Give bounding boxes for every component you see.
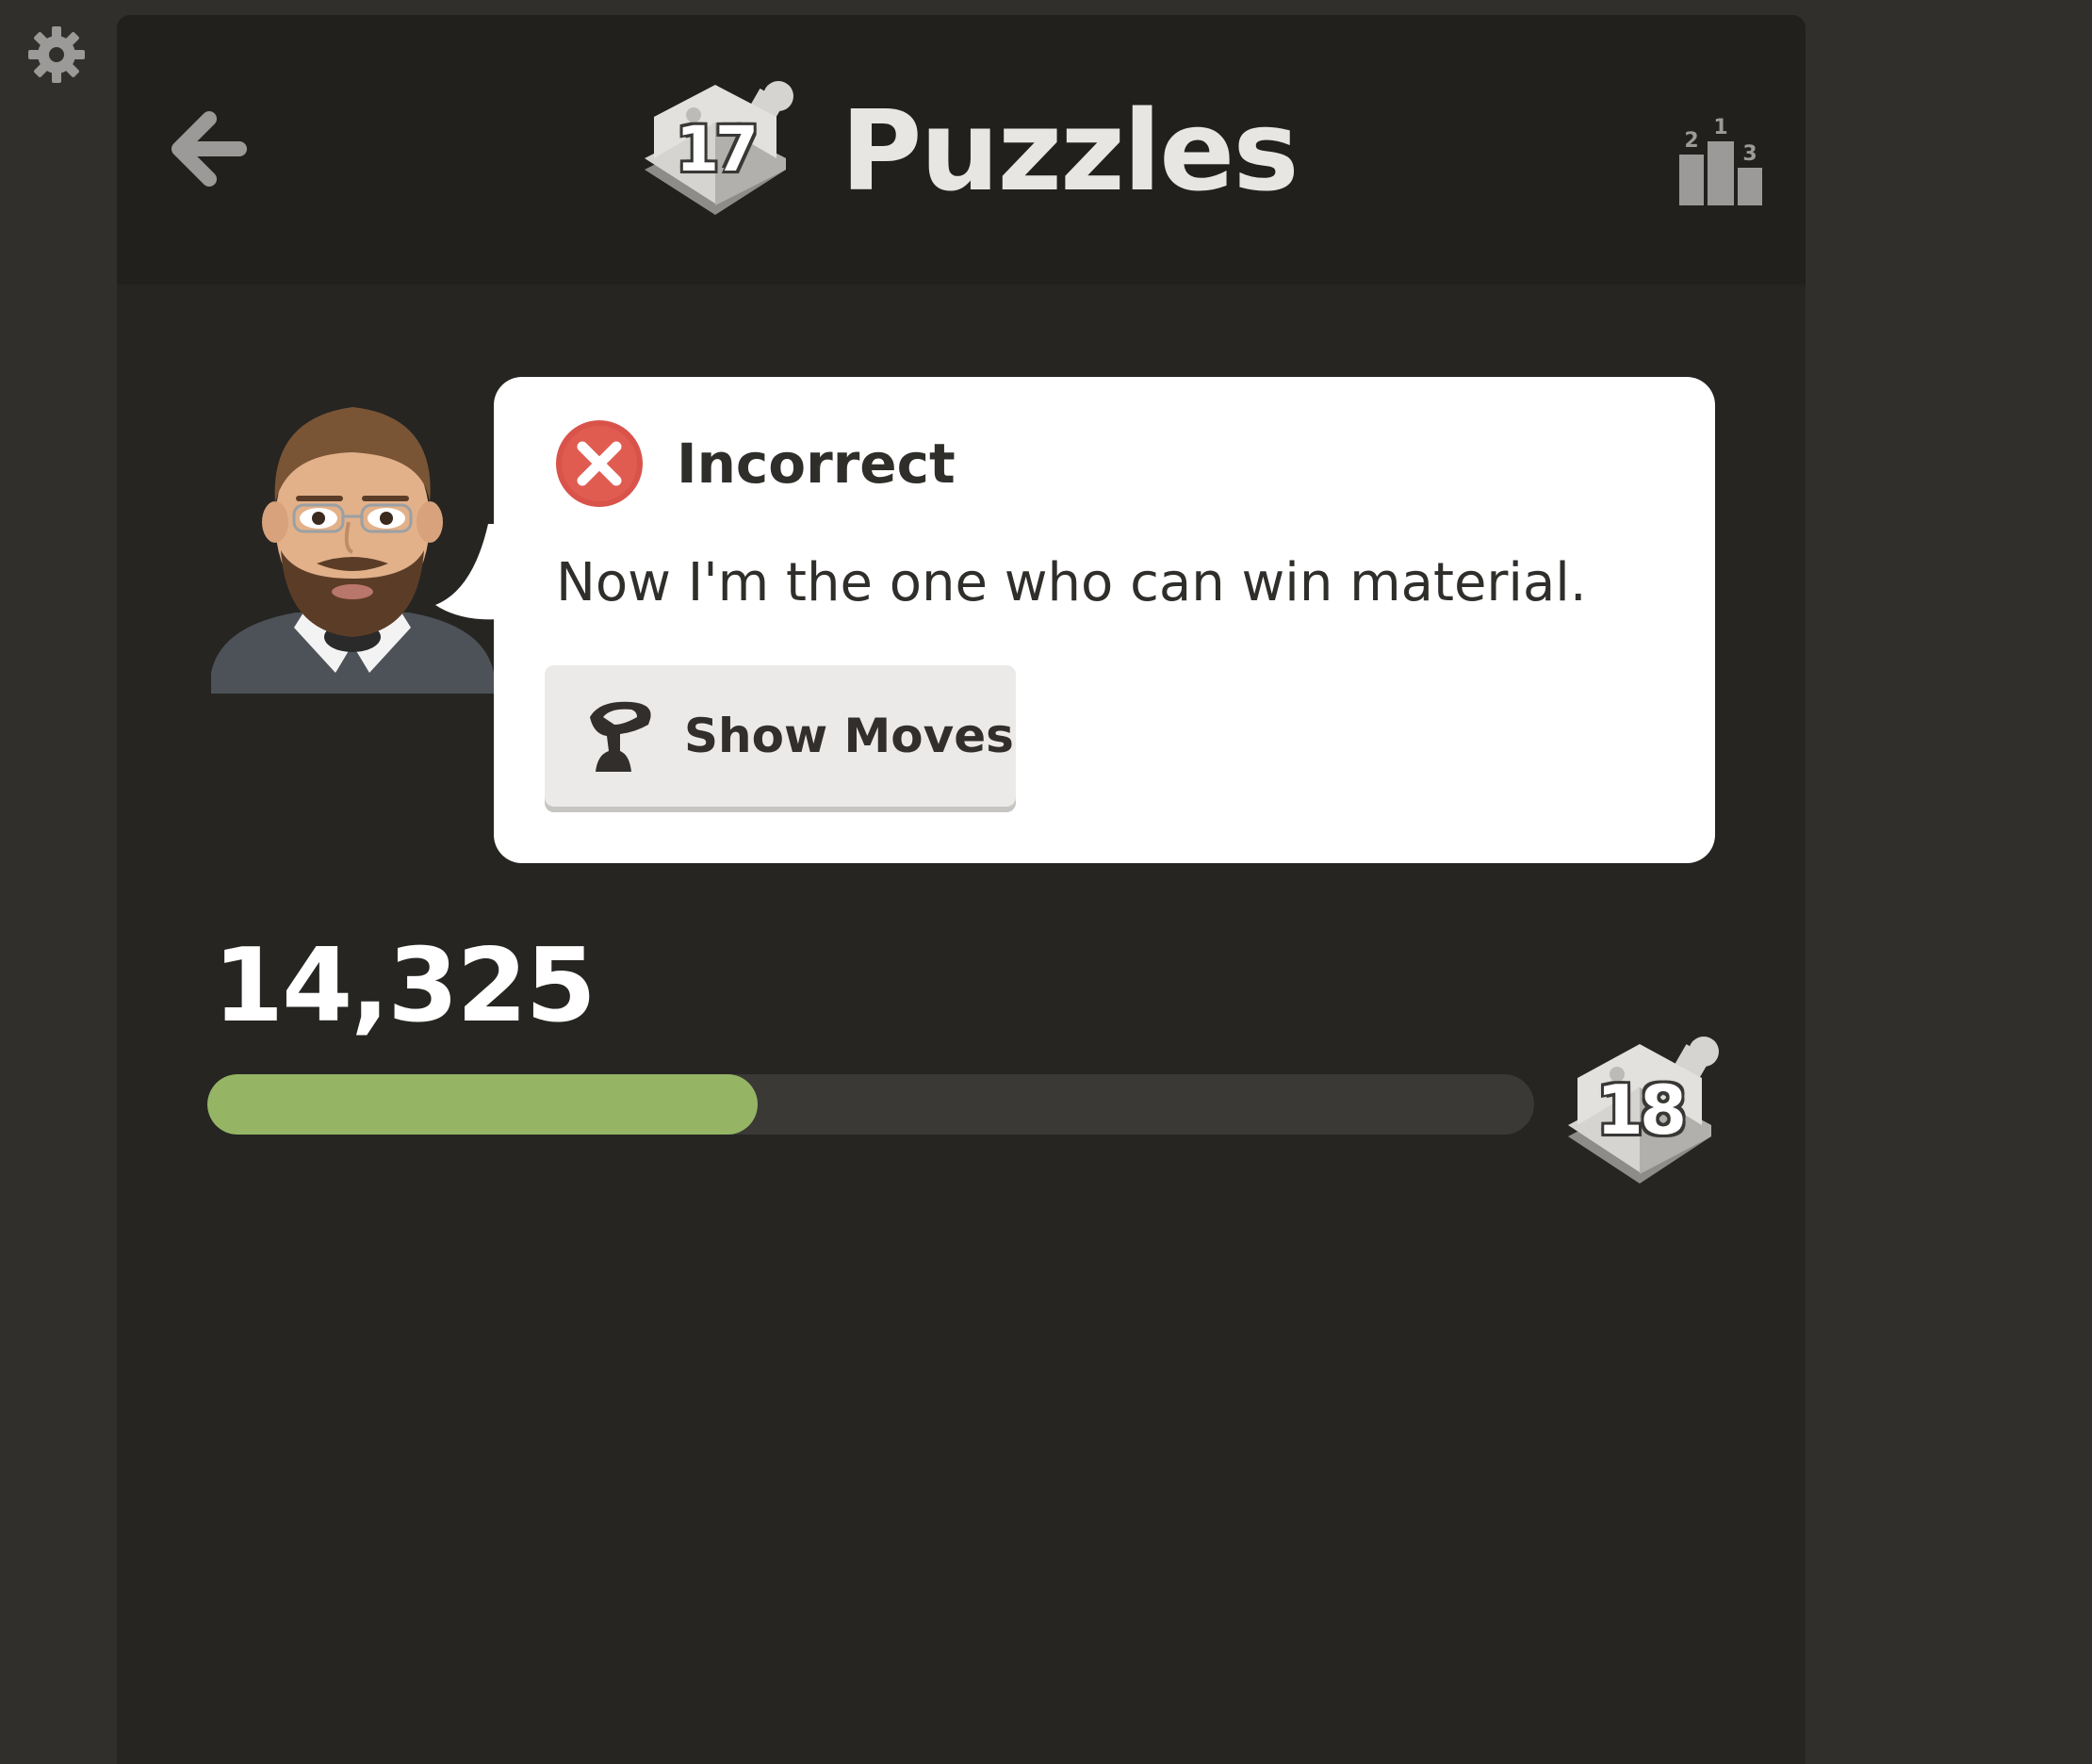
panel-header: 17 Puzzles 2 1 3 bbox=[117, 15, 1806, 285]
coach-message: Now I'm the one who can win material. bbox=[556, 552, 1587, 613]
header-title-group: 17 Puzzles bbox=[635, 75, 1299, 226]
leaderboard-icon[interactable]: 2 1 3 bbox=[1677, 111, 1764, 205]
pawn-icon bbox=[590, 701, 651, 772]
svg-text:3: 3 bbox=[1742, 142, 1757, 166]
next-level-badge: 18 bbox=[1559, 1031, 1721, 1200]
level-progress-bar bbox=[207, 1074, 1534, 1135]
puzzle-score: 14,325 bbox=[213, 927, 597, 1045]
coach-feedback-bubble: Incorrect Now I'm the one who can win ma… bbox=[494, 377, 1715, 863]
feedback-status: Incorrect bbox=[556, 420, 956, 507]
feedback-status-label: Incorrect bbox=[677, 432, 956, 496]
next-level-number: 18 bbox=[1595, 1070, 1687, 1150]
svg-text:1: 1 bbox=[1713, 116, 1727, 139]
svg-text:2: 2 bbox=[1684, 129, 1698, 153]
settings-gear-icon[interactable] bbox=[26, 24, 87, 85]
page-title: Puzzles bbox=[841, 86, 1299, 216]
show-moves-label: Show Moves bbox=[684, 709, 1014, 763]
puzzle-level-badge: 17 bbox=[635, 75, 795, 226]
incorrect-x-icon bbox=[556, 420, 643, 507]
level-progress-fill bbox=[207, 1074, 759, 1135]
puzzles-panel: 17 Puzzles 2 1 3 Incorrect Now I'm the o… bbox=[117, 15, 1806, 1764]
level-number: 17 bbox=[676, 113, 759, 186]
show-moves-button[interactable]: Show Moves bbox=[545, 665, 1016, 807]
back-arrow-icon[interactable] bbox=[168, 109, 247, 188]
